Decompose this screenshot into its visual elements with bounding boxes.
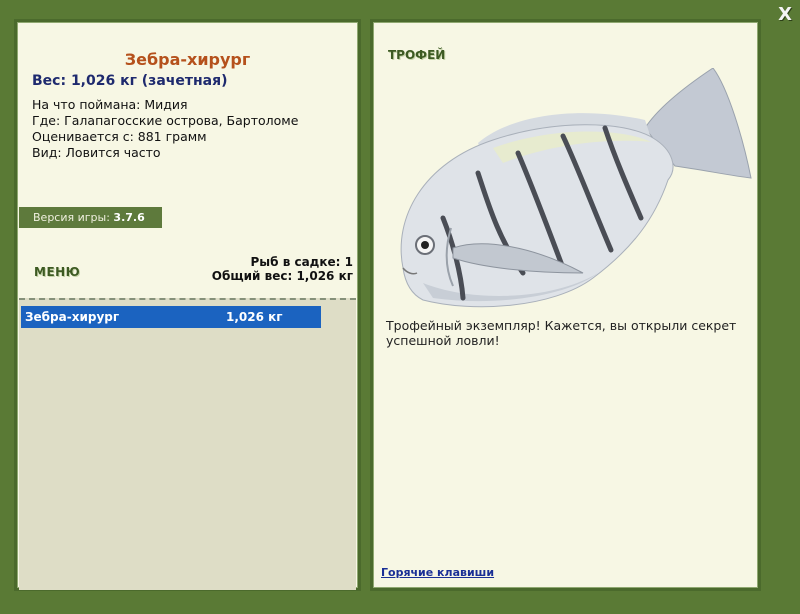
location-text: Где: Галапагосские острова, Бартоломе xyxy=(32,113,299,128)
trophy-label: ТРОФЕЙ xyxy=(388,48,446,62)
min-weight-text: Оценивается с: 881 грамм xyxy=(32,129,207,144)
close-icon[interactable]: X xyxy=(778,4,792,25)
catch-stats: Рыб в садке: 1 Общий вес: 1,026 кг xyxy=(212,255,353,283)
fish-details: На что поймана: Мидия Где: Галапагосские… xyxy=(32,97,298,161)
trophy-panel: ТРОФЕЙ Трофейный экземпляр! Кажется, вы … xyxy=(370,19,761,591)
version-value: 3.7.6 xyxy=(113,211,145,224)
type-text: Вид: Ловится часто xyxy=(32,145,161,160)
list-item[interactable]: Зебра-хирург 1,026 кг xyxy=(21,306,321,328)
fish-info-panel: Зебра-хирург Вес: 1,026 кг (зачетная) На… xyxy=(14,19,361,591)
menu-button[interactable]: МЕНЮ xyxy=(34,265,80,279)
fish-weight: Вес: 1,026 кг (зачетная) xyxy=(32,73,228,89)
bait-text: На что поймана: Мидия xyxy=(32,97,188,112)
trophy-description: Трофейный экземпляр! Кажется, вы открыли… xyxy=(386,318,737,348)
list-item-name: Зебра-хирург xyxy=(25,310,120,324)
catch-list: Зебра-хирург 1,026 кг xyxy=(19,298,356,590)
list-item-weight: 1,026 кг xyxy=(226,310,283,324)
fish-count: Рыб в садке: 1 xyxy=(250,255,354,269)
fish-image xyxy=(400,68,752,308)
version-label: Версия игры: xyxy=(33,211,110,224)
fish-title: Зебра-хирург xyxy=(124,50,251,69)
version-badge: Версия игры: 3.7.6 xyxy=(19,207,162,228)
total-weight: Общий вес: 1,026 кг xyxy=(211,269,353,283)
hotkeys-link[interactable]: Горячие клавиши xyxy=(381,566,494,579)
